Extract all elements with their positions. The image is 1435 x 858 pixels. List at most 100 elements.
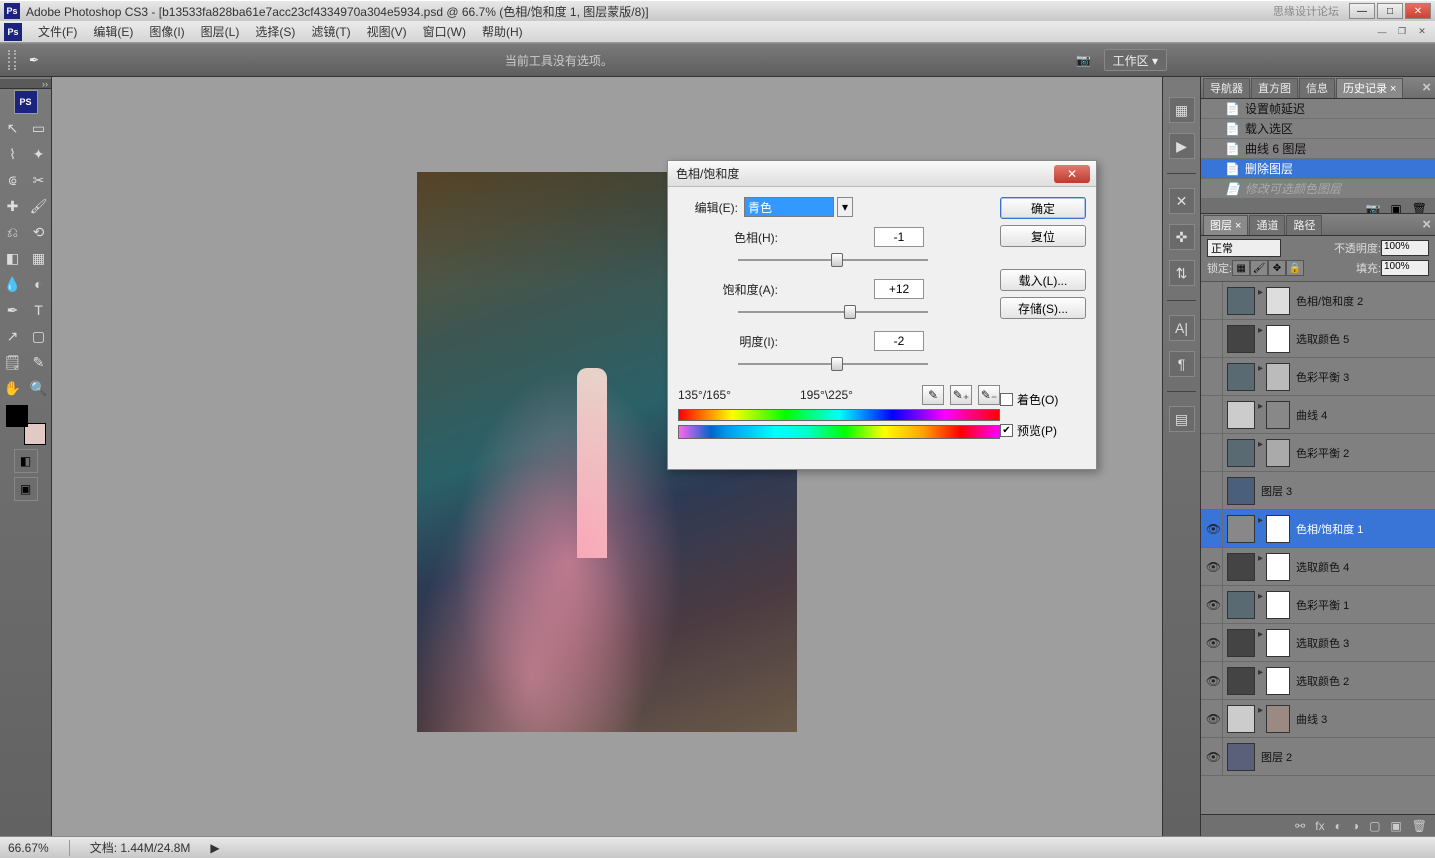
close-button[interactable]: ✕: [1405, 3, 1431, 19]
ps-icon[interactable]: PS: [14, 90, 38, 114]
hue-saturation-dialog[interactable]: 色相/饱和度 ✕ 编辑(E): 青色 ▾ 色相(H):: [667, 160, 1097, 470]
history-item[interactable]: 📄删除图层: [1201, 159, 1435, 179]
dodge-tool[interactable]: ◐: [27, 272, 51, 296]
new-layer-icon[interactable]: ▣: [1390, 819, 1401, 833]
path-tool[interactable]: ↗: [1, 324, 25, 348]
slice-tool[interactable]: ✂: [27, 168, 51, 192]
adjustment-icon[interactable]: ◑: [1352, 819, 1359, 833]
lock-all-icon[interactable]: 🔒: [1286, 260, 1304, 276]
layer-row[interactable]: 图层 3: [1201, 472, 1435, 510]
save-button[interactable]: 存储(S)...: [1000, 297, 1086, 319]
lasso-tool[interactable]: ⌇: [1, 142, 25, 166]
lock-move-icon[interactable]: ✥: [1268, 260, 1286, 276]
visibility-icon[interactable]: [1205, 358, 1223, 396]
layer-row[interactable]: 👁 ▸ 选取颜色 4: [1201, 548, 1435, 586]
toolbox-header[interactable]: ››: [0, 79, 51, 89]
color-swatches[interactable]: [6, 405, 46, 445]
ps-menu-icon[interactable]: Ps: [4, 23, 22, 41]
goto-bridge-icon[interactable]: 📷: [1072, 49, 1096, 71]
layer-row[interactable]: 👁 图层 2: [1201, 738, 1435, 776]
brush-tool[interactable]: 🖌: [27, 194, 51, 218]
blend-mode-select[interactable]: 正常: [1207, 239, 1281, 257]
type-tool[interactable]: T: [27, 298, 51, 322]
history-brush-tool[interactable]: ⟲: [27, 220, 51, 244]
tab-histogram[interactable]: 直方图: [1251, 78, 1298, 98]
hue-slider[interactable]: [738, 251, 928, 269]
light-slider[interactable]: [738, 355, 928, 373]
light-input[interactable]: [874, 331, 924, 351]
dialog-close-button[interactable]: ✕: [1054, 165, 1090, 183]
quickmask-button[interactable]: ◧: [14, 449, 38, 473]
stamp-tool[interactable]: ⎌: [1, 220, 25, 244]
dock-icon-1[interactable]: ▦: [1169, 97, 1195, 123]
layers-list[interactable]: ▸ 色相/饱和度 2 ▸ 选取颜色 5 ▸ 色彩平衡 3 ▸ 曲线 4 ▸ 色彩…: [1201, 282, 1435, 814]
hand-tool[interactable]: ✋: [1, 376, 25, 400]
visibility-icon[interactable]: [1205, 434, 1223, 472]
marquee-tool[interactable]: ▭: [27, 116, 51, 140]
eyedropper-plus-icon[interactable]: ✎₊: [950, 385, 972, 405]
menu-window[interactable]: 窗口(W): [415, 23, 474, 40]
history-trash-icon[interactable]: 🗑: [1412, 202, 1427, 214]
menu-file[interactable]: 文件(F): [30, 23, 85, 40]
layer-row[interactable]: 👁 ▸ 曲线 3: [1201, 700, 1435, 738]
dock-icon-3[interactable]: ✕: [1169, 188, 1195, 214]
link-layers-icon[interactable]: ⚯: [1295, 819, 1305, 833]
hue-bar-top[interactable]: [678, 409, 1000, 421]
tab-layers[interactable]: 图层 ×: [1203, 215, 1248, 235]
visibility-icon[interactable]: 👁: [1205, 510, 1223, 548]
pen-tool[interactable]: ✒: [1, 298, 25, 322]
visibility-icon[interactable]: [1205, 320, 1223, 358]
eyedropper-icon[interactable]: ✎: [922, 385, 944, 405]
delete-layer-icon[interactable]: 🗑: [1412, 819, 1427, 833]
screenmode-button[interactable]: ▣: [14, 477, 38, 501]
dock-icon-5[interactable]: ⇅: [1169, 260, 1195, 286]
zoom-tool[interactable]: 🔍: [27, 376, 51, 400]
visibility-icon[interactable]: 👁: [1205, 738, 1223, 776]
history-item[interactable]: 📄曲线 6 图层: [1201, 139, 1435, 159]
doc-minimize-button[interactable]: —: [1373, 25, 1391, 39]
menu-image[interactable]: 图像(I): [141, 23, 192, 40]
layer-row[interactable]: 👁 ▸ 色彩平衡 1: [1201, 586, 1435, 624]
heal-tool[interactable]: ✚: [1, 194, 25, 218]
fill-input[interactable]: 100%: [1381, 260, 1429, 276]
status-arrow-icon[interactable]: ▶: [210, 841, 219, 855]
menu-view[interactable]: 视图(V): [359, 23, 415, 40]
dock-icon-2[interactable]: ▶: [1169, 133, 1195, 159]
history-snapshot-icon[interactable]: 📷: [1365, 202, 1380, 214]
gradient-tool[interactable]: ▦: [27, 246, 51, 270]
visibility-icon[interactable]: [1205, 282, 1223, 320]
lock-paint-icon[interactable]: 🖌: [1250, 260, 1268, 276]
history-item[interactable]: 📄修改可选颜色图层: [1201, 179, 1435, 199]
minimize-button[interactable]: —: [1349, 3, 1375, 19]
crop-tool[interactable]: ⟃: [1, 168, 25, 192]
doc-close-button[interactable]: ✕: [1413, 25, 1431, 39]
dock-icon-4[interactable]: ✜: [1169, 224, 1195, 250]
eraser-tool[interactable]: ◧: [1, 246, 25, 270]
move-tool[interactable]: ↖: [1, 116, 25, 140]
cancel-button[interactable]: 复位: [1000, 225, 1086, 247]
hue-bar-bottom[interactable]: [678, 425, 1000, 439]
eyedropper-minus-icon[interactable]: ✎₋: [978, 385, 1000, 405]
menu-edit[interactable]: 编辑(E): [85, 23, 141, 40]
visibility-icon[interactable]: 👁: [1205, 624, 1223, 662]
layer-row[interactable]: 👁 ▸ 选取颜色 3: [1201, 624, 1435, 662]
layers-menu-icon[interactable]: ×: [1422, 216, 1431, 233]
layer-row[interactable]: 👁 ▸ 选取颜色 2: [1201, 662, 1435, 700]
dialog-titlebar[interactable]: 色相/饱和度 ✕: [668, 161, 1096, 187]
dock-icon-6[interactable]: A|: [1169, 315, 1195, 341]
edit-dropdown-icon[interactable]: ▾: [837, 197, 853, 217]
shape-tool[interactable]: ▢: [27, 324, 51, 348]
visibility-icon[interactable]: 👁: [1205, 700, 1223, 738]
grip-icon[interactable]: [8, 50, 16, 70]
layer-row[interactable]: ▸ 色彩平衡 3: [1201, 358, 1435, 396]
fx-icon[interactable]: fx: [1315, 819, 1324, 833]
preview-checkbox[interactable]: ✔预览(P): [1000, 422, 1086, 439]
history-new-icon[interactable]: ▣: [1390, 202, 1401, 214]
sat-slider[interactable]: [738, 303, 928, 321]
opacity-input[interactable]: 100%: [1381, 240, 1429, 256]
blur-tool[interactable]: 💧: [1, 272, 25, 296]
foreground-swatch[interactable]: [6, 405, 28, 427]
mask-icon[interactable]: ◐: [1335, 819, 1342, 833]
layer-row[interactable]: ▸ 色相/饱和度 2: [1201, 282, 1435, 320]
layer-row[interactable]: ▸ 色彩平衡 2: [1201, 434, 1435, 472]
